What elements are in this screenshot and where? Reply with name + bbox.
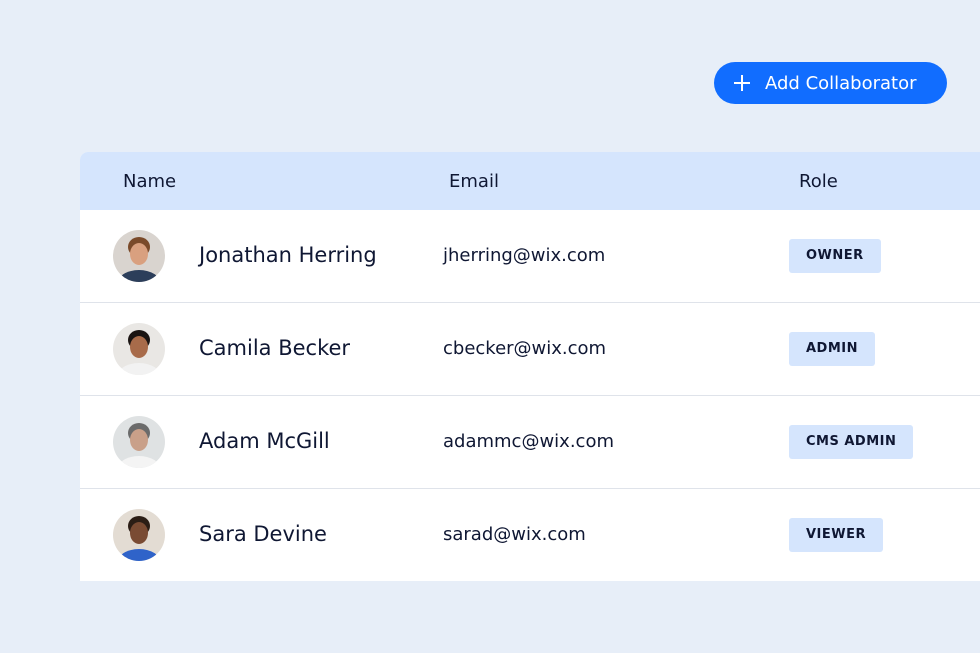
avatar	[113, 416, 165, 468]
collaborator-name: Jonathan Herring	[199, 243, 377, 267]
plus-icon	[734, 75, 750, 91]
avatar	[113, 230, 165, 282]
role-badge: OWNER	[789, 239, 881, 273]
table-row[interactable]: Sara Devine sarad@wix.com VIEWER	[80, 489, 980, 581]
role-badge: ADMIN	[789, 332, 876, 366]
column-header-email[interactable]: Email	[449, 171, 499, 192]
add-collaborator-label: Add Collaborator	[765, 72, 917, 94]
table-row[interactable]: Jonathan Herring jherring@wix.com OWNER	[80, 210, 980, 303]
role-badge: VIEWER	[789, 518, 884, 552]
add-collaborator-button[interactable]: Add Collaborator	[714, 62, 947, 104]
collaborator-name: Sara Devine	[199, 522, 327, 546]
collaborator-email: adammc@wix.com	[443, 431, 614, 452]
table-row[interactable]: Adam McGill adammc@wix.com CMS ADMIN	[80, 396, 980, 489]
collaborator-email: jherring@wix.com	[443, 245, 606, 266]
column-header-role[interactable]: Role	[799, 171, 838, 192]
avatar	[113, 509, 165, 561]
collaborator-email: cbecker@wix.com	[443, 338, 607, 359]
table-row[interactable]: Camila Becker cbecker@wix.com ADMIN	[80, 303, 980, 396]
collaborator-email: sarad@wix.com	[443, 524, 586, 545]
collaborators-table: Name Email Role Jonathan Herring jherrin…	[80, 152, 980, 581]
role-badge: CMS ADMIN	[789, 425, 914, 459]
column-header-name[interactable]: Name	[123, 171, 176, 192]
collaborator-name: Camila Becker	[199, 336, 351, 360]
collaborator-name: Adam McGill	[199, 429, 330, 453]
table-header: Name Email Role	[80, 152, 980, 210]
avatar	[113, 323, 165, 375]
